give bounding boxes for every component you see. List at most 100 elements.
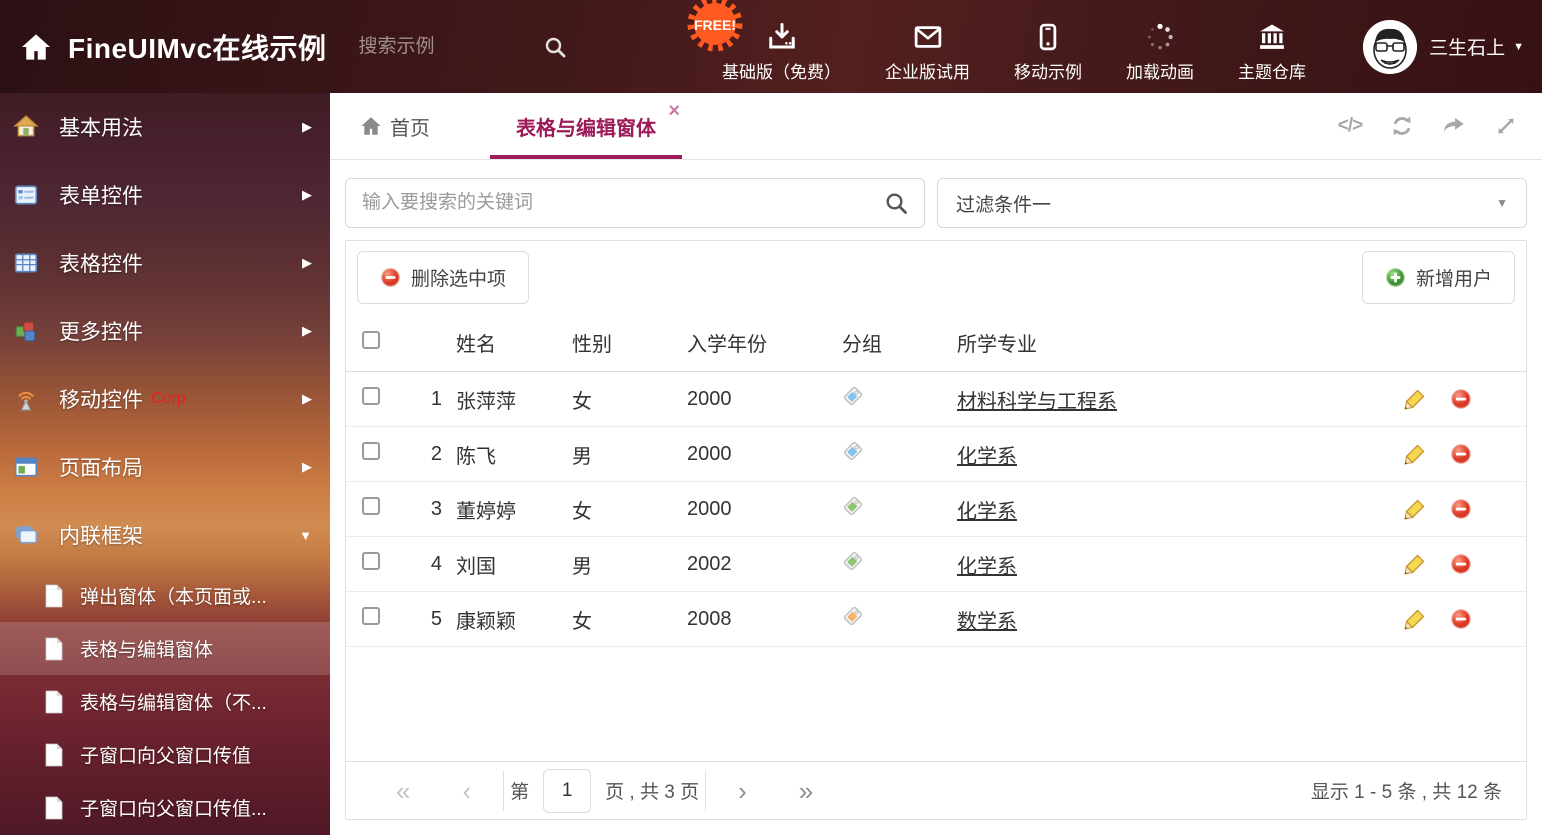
delete-row-icon[interactable] bbox=[1450, 608, 1472, 630]
row-checkbox[interactable] bbox=[362, 387, 380, 405]
tab-close-icon[interactable]: × bbox=[668, 101, 680, 121]
sidebar-item-label: 移动控件 bbox=[59, 384, 143, 414]
caret-right-icon: ▶ bbox=[302, 187, 312, 203]
last-page-button[interactable]: » bbox=[773, 778, 839, 804]
pager-divider bbox=[503, 771, 504, 811]
tag-icon bbox=[842, 385, 864, 407]
sidebar-item-page-layout[interactable]: 页面布局 ▶ bbox=[0, 433, 330, 501]
page-number-input[interactable] bbox=[543, 769, 591, 813]
major-link[interactable]: 化学系 bbox=[957, 556, 1017, 578]
file-icon bbox=[44, 637, 64, 661]
search-icon[interactable] bbox=[884, 191, 908, 215]
filter-dropdown[interactable]: 过滤条件一 ▼ bbox=[937, 178, 1527, 228]
caret-right-icon: ▶ bbox=[302, 323, 312, 339]
username-label: 三生石上 bbox=[1429, 33, 1505, 60]
nav-label: 加载动画 bbox=[1126, 58, 1194, 83]
select-all-checkbox[interactable] bbox=[362, 331, 380, 349]
view-source-icon[interactable]: </> bbox=[1336, 112, 1364, 140]
col-header-group: 分组 bbox=[840, 328, 955, 357]
nav-basic-edition[interactable]: 基础版（免费） bbox=[722, 22, 841, 83]
sidebar-subitem-grid-edit-window-2[interactable]: 表格与编辑窗体（不... bbox=[0, 675, 330, 728]
sidebar-subitem-child-to-parent[interactable]: 子窗口向父窗口传值 bbox=[0, 728, 330, 781]
download-icon bbox=[767, 22, 797, 52]
prev-page-button[interactable]: ‹ bbox=[436, 778, 497, 804]
file-icon bbox=[44, 690, 64, 714]
sidebar-item-form-controls[interactable]: 表单控件 ▶ bbox=[0, 161, 330, 229]
edit-pencil-icon[interactable] bbox=[1404, 608, 1426, 630]
layout-icon bbox=[13, 454, 39, 480]
delete-row-icon[interactable] bbox=[1450, 498, 1472, 520]
delete-row-icon[interactable] bbox=[1450, 388, 1472, 410]
sidebar-subitem-child-to-parent-2[interactable]: 子窗口向父窗口传值... bbox=[0, 781, 330, 834]
major-link[interactable]: 材料科学与工程系 bbox=[957, 391, 1117, 413]
sidebar-item-more-controls[interactable]: 更多控件 ▶ bbox=[0, 297, 330, 365]
keyword-search-input[interactable] bbox=[362, 192, 884, 214]
table-row: 4 刘国 男 2002 化学系 bbox=[346, 537, 1526, 592]
table-row: 5 康颖颖 女 2008 数学系 bbox=[346, 592, 1526, 647]
add-user-button[interactable]: 新增用户 bbox=[1362, 251, 1515, 304]
sidebar: 基本用法 ▶ 表单控件 ▶ 表格控件 ▶ bbox=[0, 93, 330, 835]
major-link[interactable]: 化学系 bbox=[957, 446, 1017, 468]
nav-theme-store[interactable]: 主题仓库 bbox=[1238, 22, 1306, 83]
edit-pencil-icon[interactable] bbox=[1404, 553, 1426, 575]
header-search-icon[interactable] bbox=[543, 35, 567, 59]
grid-toolbar: 删除选中项 新增用户 bbox=[346, 241, 1526, 314]
bank-icon bbox=[1257, 22, 1287, 52]
nav-enterprise-trial[interactable]: 企业版试用 bbox=[885, 22, 970, 83]
cell-year: 2000 bbox=[685, 498, 840, 521]
sidebar-item-mobile-controls[interactable]: 移动控件 Corp. ▶ bbox=[0, 365, 330, 433]
header-search-input[interactable] bbox=[359, 36, 529, 58]
edit-pencil-icon[interactable] bbox=[1404, 498, 1426, 520]
brand-home-icon[interactable] bbox=[20, 31, 52, 63]
edit-pencil-icon[interactable] bbox=[1404, 388, 1426, 410]
delete-row-icon[interactable] bbox=[1450, 443, 1472, 465]
tag-icon bbox=[842, 440, 864, 462]
caret-right-icon: ▶ bbox=[302, 391, 312, 407]
nav-mobile-demo[interactable]: 移动示例 bbox=[1014, 22, 1082, 83]
delete-button-label: 删除选中项 bbox=[411, 264, 506, 291]
row-number: 2 bbox=[410, 443, 442, 466]
cell-gender: 女 bbox=[570, 605, 685, 634]
next-page-button[interactable]: › bbox=[712, 778, 773, 804]
sidebar-subitem-grid-edit-window[interactable]: 表格与编辑窗体 bbox=[0, 622, 330, 675]
filter-row: 过滤条件一 ▼ bbox=[330, 160, 1542, 228]
row-checkbox[interactable] bbox=[362, 607, 380, 625]
delete-row-icon[interactable] bbox=[1450, 553, 1472, 575]
sidebar-item-iframe[interactable]: 内联框架 ▼ bbox=[0, 501, 330, 569]
tab-grid-edit-window[interactable]: 表格与编辑窗体 × bbox=[490, 93, 682, 159]
cell-year: 2000 bbox=[685, 388, 840, 411]
nav-label: 企业版试用 bbox=[885, 58, 970, 83]
share-icon[interactable] bbox=[1440, 112, 1468, 140]
sidebar-item-grid-controls[interactable]: 表格控件 ▶ bbox=[0, 229, 330, 297]
avatar[interactable] bbox=[1363, 20, 1417, 74]
tab-bar: 首页 表格与编辑窗体 × </> bbox=[330, 93, 1542, 160]
delete-selected-button[interactable]: 删除选中项 bbox=[357, 251, 529, 304]
top-header: FineUIMvc在线示例 FREE! 基础版（免费） bbox=[0, 0, 1542, 93]
nav-label: 主题仓库 bbox=[1238, 58, 1306, 83]
row-checkbox[interactable] bbox=[362, 497, 380, 515]
maximize-icon[interactable] bbox=[1492, 112, 1520, 140]
major-link[interactable]: 化学系 bbox=[957, 501, 1017, 523]
form-icon bbox=[13, 182, 39, 208]
sidebar-subitem-label: 弹出窗体（本页面或... bbox=[80, 582, 267, 609]
nav-label: 基础版（免费） bbox=[722, 58, 841, 83]
sidebar-item-basic-usage[interactable]: 基本用法 ▶ bbox=[0, 93, 330, 161]
app-title[interactable]: FineUIMvc在线示例 bbox=[68, 27, 327, 67]
sidebar-item-label: 更多控件 bbox=[59, 316, 143, 346]
frames-icon bbox=[13, 522, 39, 548]
nav-loading-animation[interactable]: 加载动画 bbox=[1126, 22, 1194, 83]
sidebar-subitem-popup-window[interactable]: 弹出窗体（本页面或... bbox=[0, 569, 330, 622]
tab-home[interactable]: 首页 bbox=[360, 112, 430, 141]
col-header-year: 入学年份 bbox=[685, 328, 840, 357]
caret-right-icon: ▶ bbox=[302, 119, 312, 135]
caret-down-icon: ▼ bbox=[299, 528, 312, 543]
row-checkbox[interactable] bbox=[362, 552, 380, 570]
pagination-bar: « ‹ 第 页 , 共 3 页 › » 显示 1 - 5 条 , 共 12 条 bbox=[346, 761, 1526, 819]
sidebar-subitem-label: 表格与编辑窗体（不... bbox=[80, 688, 267, 715]
username-menu[interactable]: 三生石上 ▼ bbox=[1429, 33, 1524, 60]
refresh-icon[interactable] bbox=[1388, 112, 1416, 140]
edit-pencil-icon[interactable] bbox=[1404, 443, 1426, 465]
first-page-button[interactable]: « bbox=[370, 778, 436, 804]
major-link[interactable]: 数学系 bbox=[957, 611, 1017, 633]
row-checkbox[interactable] bbox=[362, 442, 380, 460]
